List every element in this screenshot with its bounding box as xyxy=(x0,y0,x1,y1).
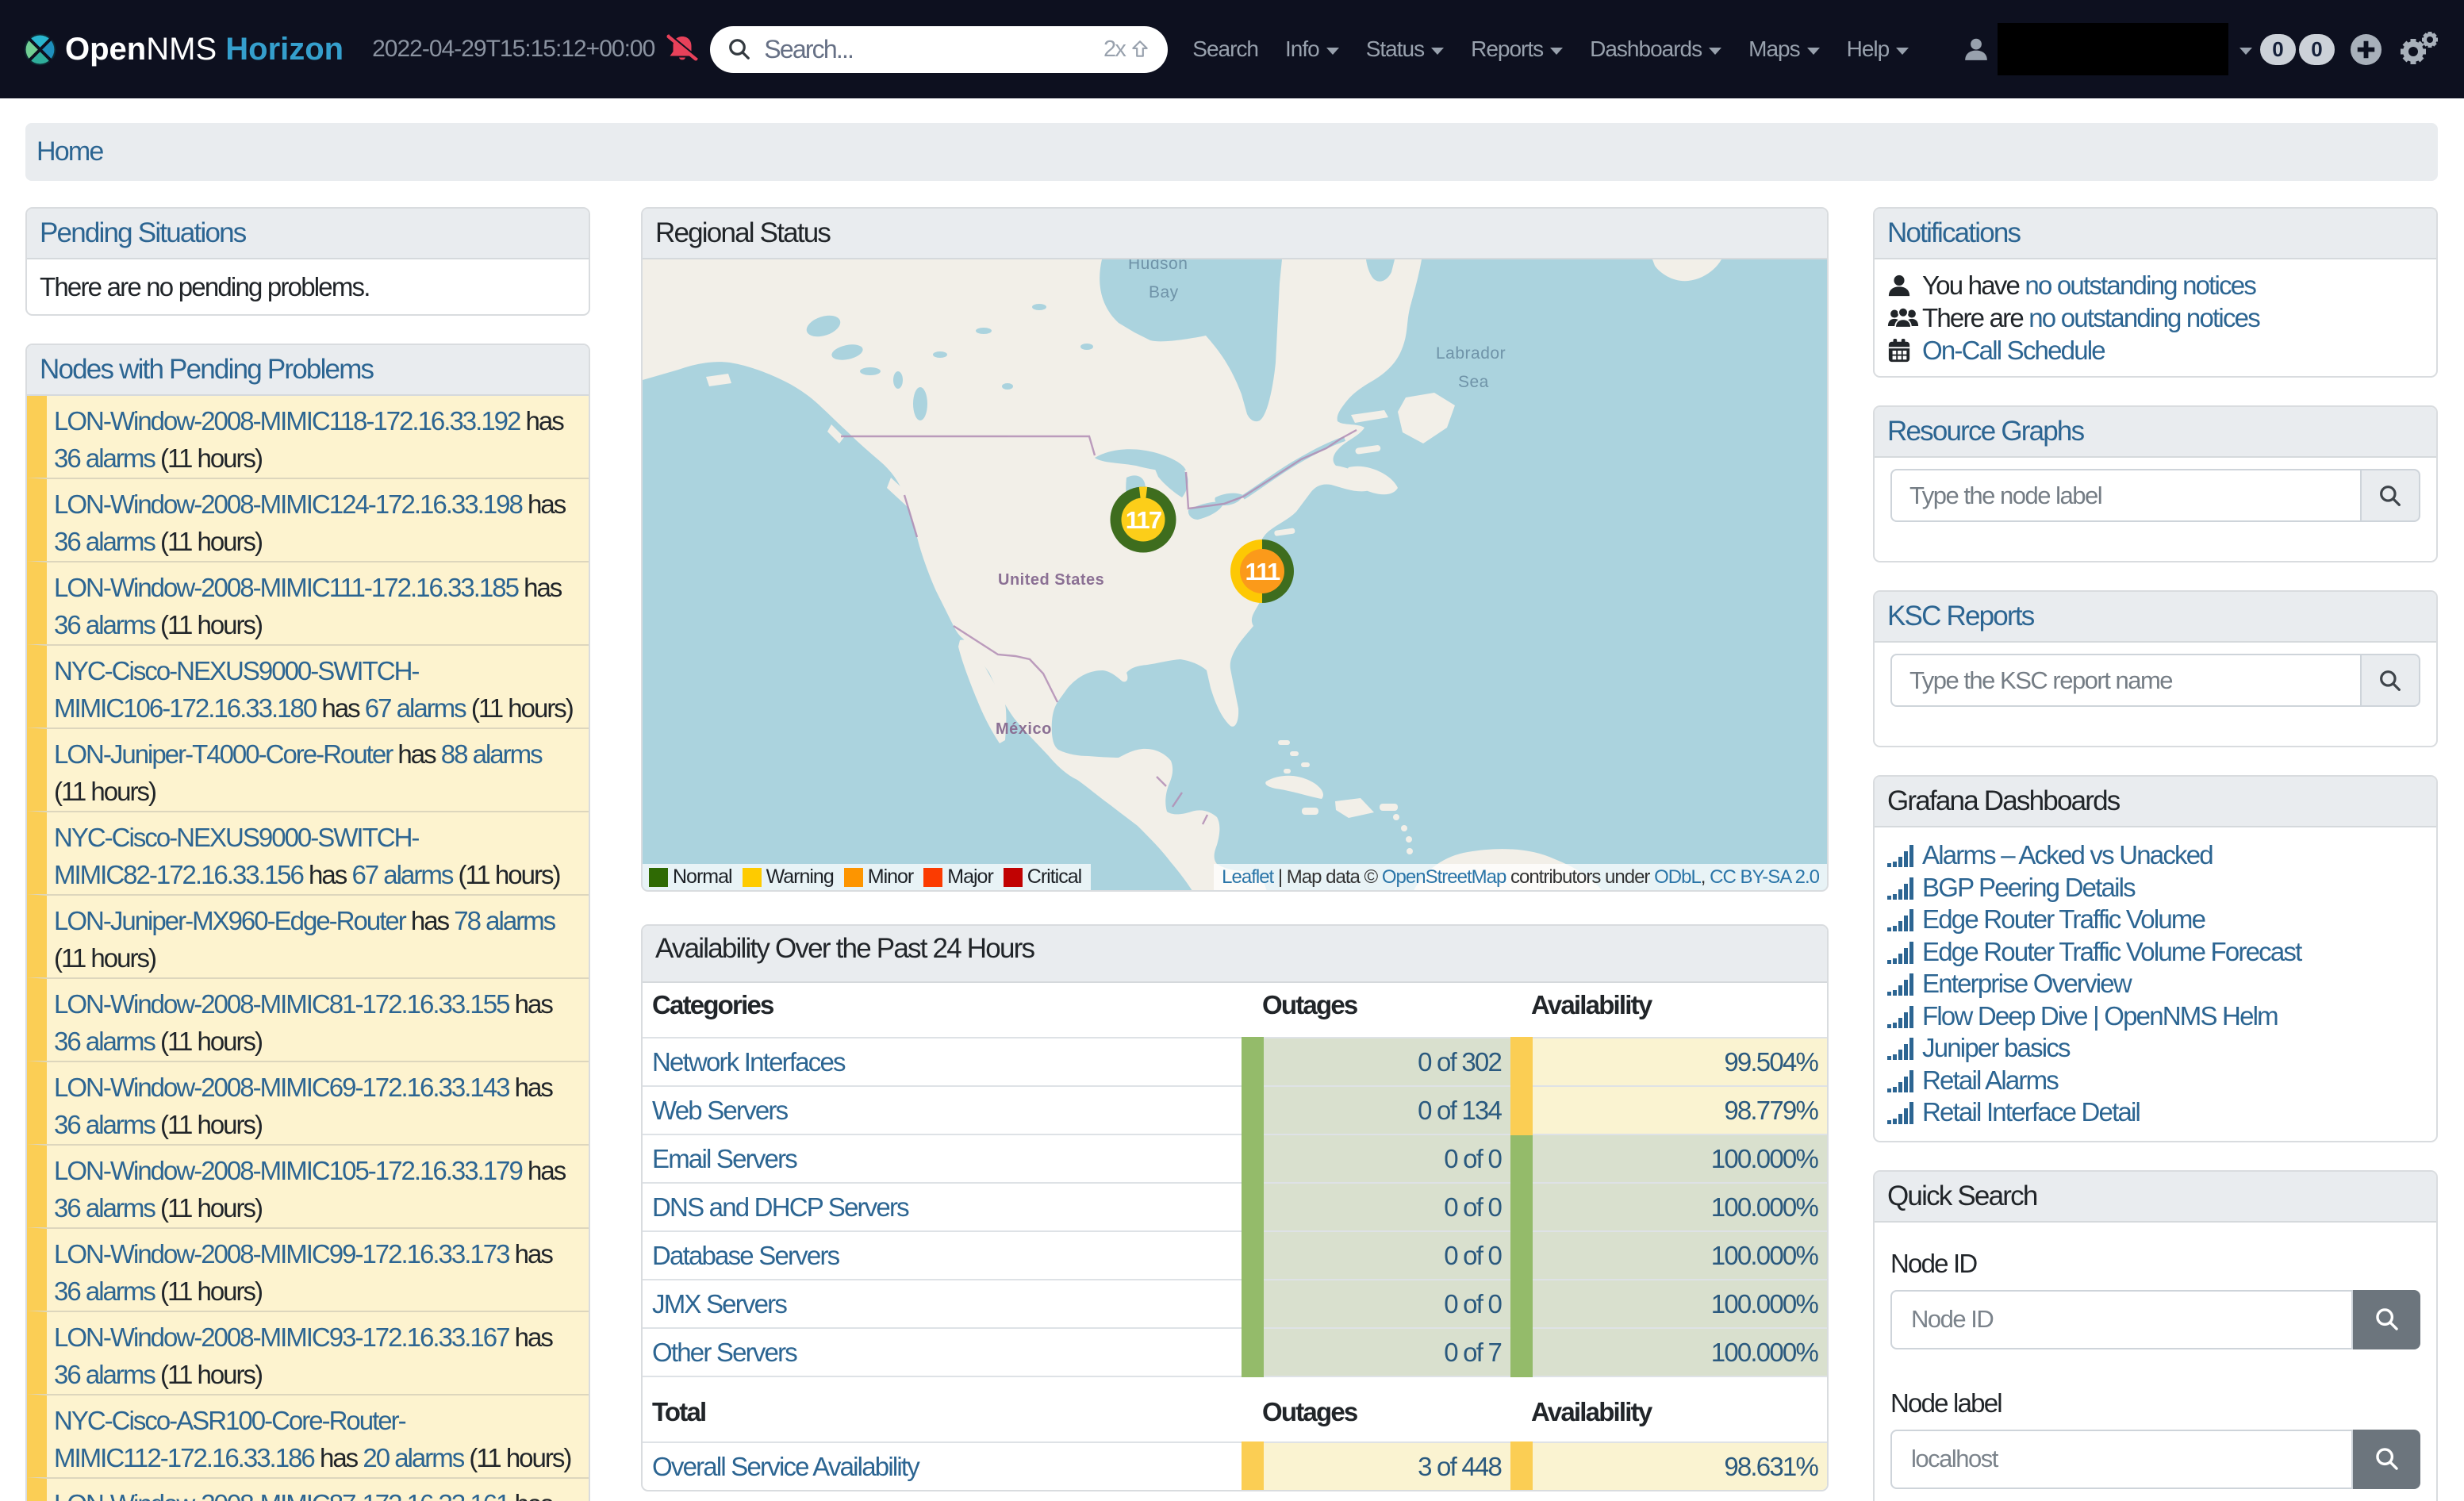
svg-text:México: México xyxy=(996,720,1052,738)
svg-text:Sea: Sea xyxy=(1458,373,1489,391)
svg-text:111: 111 xyxy=(1245,558,1280,585)
svg-text:United States: United States xyxy=(998,571,1104,589)
svg-text:117: 117 xyxy=(1126,506,1161,534)
svg-text:Labrador: Labrador xyxy=(1436,344,1506,363)
svg-text:Bay: Bay xyxy=(1149,283,1179,301)
svg-text:Hudson: Hudson xyxy=(1128,259,1188,273)
